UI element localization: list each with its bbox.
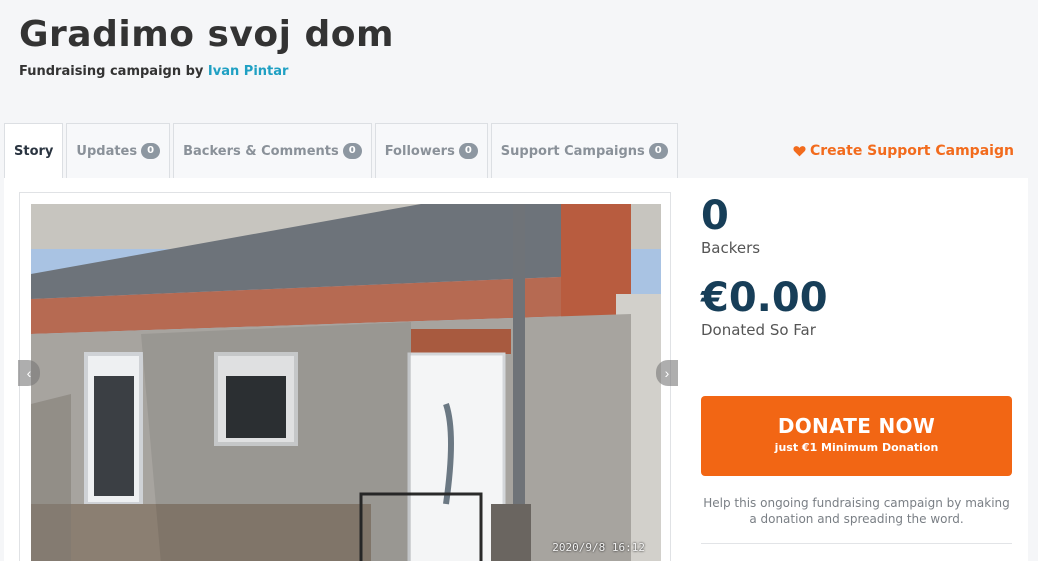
tab-story-label: Story [14,144,54,159]
subtitle-prefix: Fundraising campaign by [19,64,208,79]
tab-updates[interactable]: Updates 0 [66,123,171,178]
followers-count-badge: 0 [458,143,478,159]
chevron-right-icon: › [664,365,670,381]
campaign-photo[interactable]: 2020/9/8 16:12 [31,204,661,561]
create-support-campaign-link[interactable]: Create Support Campaign [793,143,1014,159]
donate-sublabel: just €1 Minimum Donation [774,441,939,454]
updates-count-badge: 0 [141,143,161,159]
donate-now-button[interactable]: DONATE NOW just €1 Minimum Donation [701,396,1012,476]
support-link-label: Create Support Campaign [810,143,1014,159]
tab-followers[interactable]: Followers 0 [374,123,488,178]
gallery-prev-button[interactable]: ‹ [18,360,40,386]
photo-timestamp: 2020/9/8 16:12 [552,541,645,554]
tab-support-label: Support Campaigns [500,143,645,159]
campaign-tabs: Story Updates 0 Backers & Comments 0 Follo… [4,123,678,179]
tab-updates-label: Updates [76,143,138,159]
author-link[interactable]: Ivan Pintar [208,64,289,79]
backers-count-badge: 0 [342,143,362,159]
donated-label: Donated So Far [701,321,816,339]
tab-support-campaigns[interactable]: Support Campaigns 0 [490,123,678,178]
donated-amount: €0.00 [701,275,828,321]
tab-backers-label: Backers & Comments [183,143,339,159]
campaign-stats: 0 Backers €0.00 Donated So Far [701,193,828,339]
backers-count: 0 [701,193,729,239]
tab-backers-comments[interactable]: Backers & Comments 0 [173,123,372,178]
backers-label: Backers [701,239,761,257]
photo-gallery: 2020/9/8 16:12 [19,192,671,561]
tab-story[interactable]: Story [4,123,64,179]
house-photo-illustration [31,204,661,561]
donate-label: DONATE NOW [777,414,936,438]
help-text: Help this ongoing fundraising campaign b… [703,496,1010,526]
gallery-next-button[interactable]: › [656,360,678,386]
campaign-subtitle: Fundraising campaign by Ivan Pintar [19,64,288,79]
tab-followers-label: Followers [384,143,455,159]
divider [701,543,1012,544]
page-title: Gradimo svoj dom [19,14,394,55]
heart-icon [793,146,806,157]
support-count-badge: 0 [648,143,668,159]
chevron-left-icon: ‹ [26,365,32,381]
